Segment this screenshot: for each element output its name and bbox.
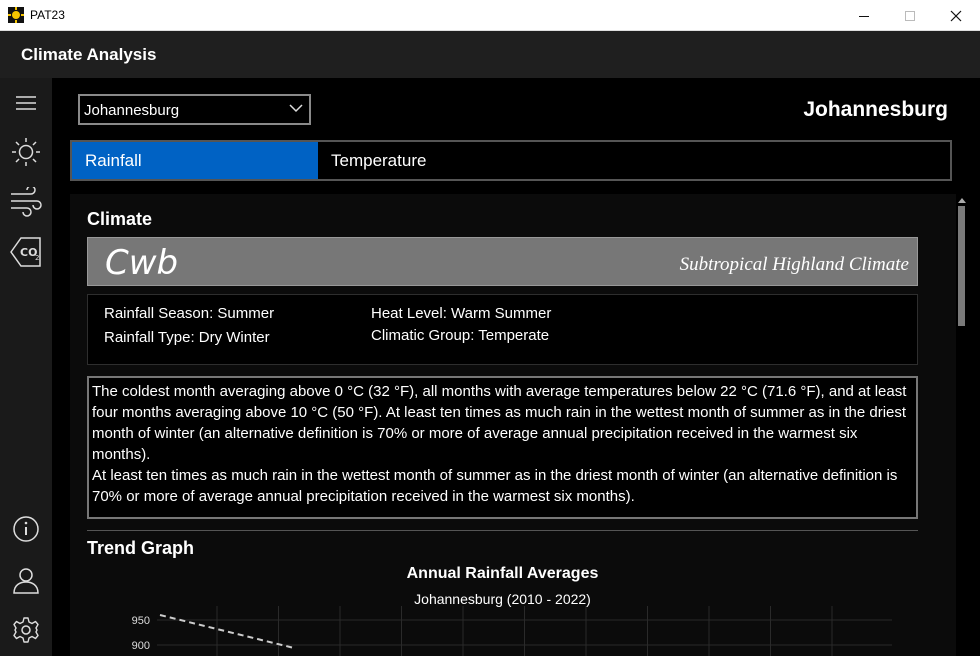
user-icon: [13, 568, 39, 594]
tab-rainfall[interactable]: Rainfall: [72, 142, 318, 179]
app-title: Climate Analysis: [21, 45, 157, 64]
co2-icon: CO 2: [10, 237, 41, 267]
main-content: Johannesburg Johannesburg Rainfall Tempe…: [52, 78, 980, 656]
section-divider: [87, 530, 918, 531]
heat-level: Heat Level: Warm Summer: [371, 305, 552, 322]
description-paragraph: The coldest month averaging above 0 °C (…: [92, 383, 907, 463]
gear-icon: [13, 617, 39, 643]
minimize-button[interactable]: [841, 0, 887, 31]
y-tick-label: 900: [132, 640, 150, 652]
info-icon: [13, 516, 39, 542]
window-title: PAT23: [30, 8, 65, 22]
trend-section-title: Trend Graph: [87, 538, 195, 558]
chart-plot: 950 900: [132, 606, 892, 656]
rainfall-type: Rainfall Type: Dry Winter: [104, 329, 270, 346]
window-titlebar: PAT23: [0, 0, 980, 31]
maximize-icon: [905, 10, 915, 21]
climate-section-title: Climate: [87, 209, 153, 229]
city-dropdown[interactable]: Johannesburg: [78, 94, 311, 125]
climate-code: Cwb: [105, 243, 179, 283]
app-logo-icon: [8, 7, 24, 23]
rainfall-season: Rainfall Season: Summer: [104, 305, 275, 322]
wind-icon: [11, 187, 42, 217]
minimize-icon: [859, 15, 869, 17]
maximize-button[interactable]: [887, 0, 933, 31]
description-paragraph: At least ten times as much rain in the w…: [92, 467, 898, 505]
app-header: Climate Analysis: [0, 31, 980, 78]
close-button[interactable]: [933, 0, 979, 31]
nav-item-co2[interactable]: CO 2: [8, 234, 44, 270]
city-heading: Johannesburg: [803, 98, 948, 121]
scroll-panel: Climate Cwb Subtropical Highland Climate…: [70, 194, 962, 656]
nav-item-wind[interactable]: [8, 184, 44, 220]
nav-item-info[interactable]: [8, 511, 44, 547]
chevron-down-icon: [289, 104, 303, 113]
nav-rail: CO 2: [0, 78, 52, 656]
nav-item-user[interactable]: [8, 562, 44, 598]
hamburger-menu-icon: [16, 96, 36, 110]
y-tick-label: 950: [132, 615, 150, 627]
scrollbar-thumb[interactable]: [958, 206, 965, 326]
hamburger-menu-button[interactable]: [8, 85, 44, 121]
svg-text:2: 2: [35, 254, 39, 262]
nav-item-settings[interactable]: [8, 612, 44, 648]
vertical-scrollbar[interactable]: [956, 194, 967, 656]
rainfall-chart: Annual Rainfall Averages Johannesburg (2…: [87, 562, 918, 656]
climate-description: The coldest month averaging above 0 °C (…: [87, 376, 918, 519]
climate-properties: Rainfall Season: Summer Rainfall Type: D…: [87, 294, 918, 365]
tab-bar: Rainfall Temperature: [70, 140, 952, 181]
scroll-up-icon: [958, 198, 966, 203]
tab-temperature[interactable]: Temperature: [318, 142, 950, 179]
climate-name: Subtropical Highland Climate: [679, 254, 909, 275]
climatic-group: Climatic Group: Temperate: [371, 327, 550, 344]
sun-icon: [12, 138, 40, 166]
climate-banner: Cwb Subtropical Highland Climate: [87, 237, 918, 286]
close-icon: [950, 10, 962, 21]
city-dropdown-value: Johannesburg: [84, 102, 180, 119]
nav-item-sun[interactable]: [8, 134, 44, 170]
